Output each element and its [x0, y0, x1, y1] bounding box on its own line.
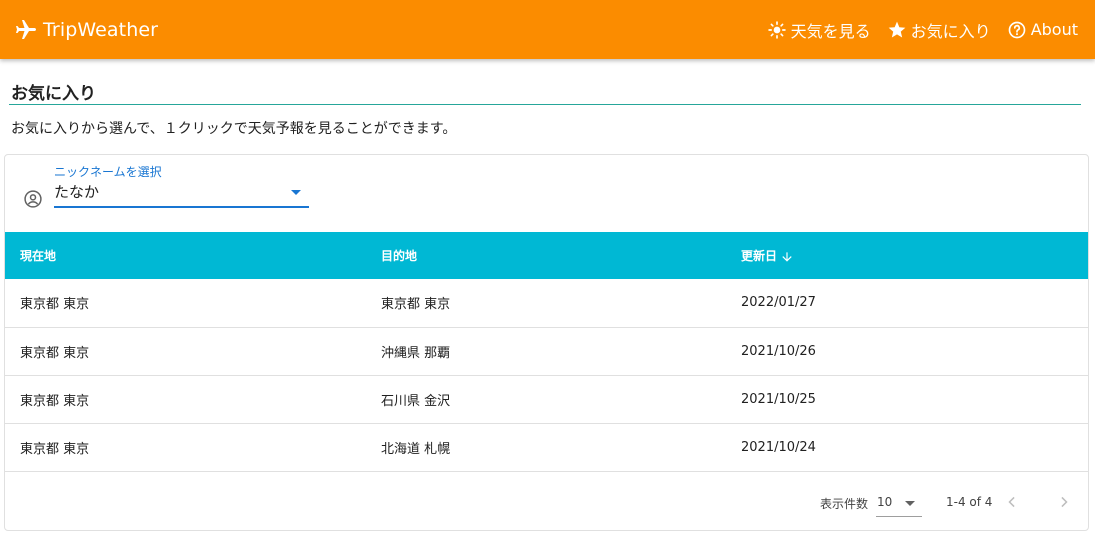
arrow-down-icon[interactable]	[780, 250, 794, 264]
favorites-table: 現在地 目的地 更新日 東京都 東京 東京都 東京 2022/01/27 東京都…	[5, 232, 1088, 472]
nav-about-label: About	[1030, 20, 1078, 39]
nav-weather-label: 天気を見る	[790, 21, 871, 41]
column-header-origin[interactable]: 現在地	[5, 232, 366, 279]
cell-destination: 北海道 札幌	[381, 441, 451, 457]
cell-destination: 沖縄県 那覇	[381, 345, 451, 361]
table-row[interactable]: 東京都 東京 沖縄県 那覇 2021/10/26	[5, 327, 1088, 375]
chevron-right-icon[interactable]	[1054, 492, 1074, 512]
cell-destination: 東京都 東京	[381, 297, 451, 313]
title-divider	[9, 104, 1081, 105]
nav-weather[interactable]: 天気を見る	[767, 18, 871, 42]
chevron-left-icon[interactable]	[1002, 492, 1022, 512]
rows-per-page-value: 10	[877, 495, 893, 509]
brand-link[interactable]: TripWeather	[14, 18, 158, 42]
cell-updated: 2021/10/25	[741, 391, 816, 407]
dropdown-caret-icon[interactable]	[291, 190, 301, 195]
app-bar: TripWeather 天気を見る お気に入り About	[0, 0, 1095, 59]
cell-origin: 東京都 東京	[20, 345, 90, 361]
star-icon	[888, 21, 906, 37]
cell-origin: 東京都 東京	[20, 441, 90, 457]
column-header-updated[interactable]: 更新日	[726, 232, 1088, 279]
cell-destination: 石川県 金沢	[381, 393, 451, 409]
page-description: お気に入りから選んで、１クリックで天気予報を見ることができます。	[11, 121, 457, 137]
table-row[interactable]: 東京都 東京 東京都 東京 2022/01/27	[5, 279, 1088, 327]
table-pagination: 表示件数 10 1-4 of 4	[5, 473, 1088, 530]
favorites-card: ニックネームを選択 たなか 現在地 目的地 更新日 東京都 東京 東京都 東京 …	[4, 154, 1089, 531]
cell-updated: 2021/10/24	[741, 439, 816, 455]
nickname-select-value[interactable]: たなか	[54, 181, 99, 202]
brand-name: TripWeather	[43, 18, 159, 41]
nickname-select[interactable]: ニックネームを選択 たなか	[23, 163, 323, 223]
rows-per-page-select[interactable]: 10	[876, 491, 922, 517]
select-underline	[54, 206, 309, 208]
table-row[interactable]: 東京都 東京 石川県 金沢 2021/10/25	[5, 375, 1088, 423]
sun-icon	[767, 20, 786, 39]
cell-updated: 2022/01/27	[741, 295, 816, 311]
account-circle-icon	[24, 190, 42, 208]
nav-about[interactable]: About	[1007, 20, 1078, 40]
rows-per-page-label: 表示件数	[820, 497, 869, 511]
nickname-select-label: ニックネームを選択	[54, 165, 162, 179]
airplane-icon	[16, 19, 36, 39]
table-row[interactable]: 東京都 東京 北海道 札幌 2021/10/24	[5, 423, 1088, 471]
main-nav: 天気を見る お気に入り About	[751, 18, 1078, 42]
pagination-range: 1-4 of 4	[946, 495, 993, 509]
dropdown-caret-icon	[905, 501, 915, 506]
help-circle-icon	[1008, 21, 1026, 38]
cell-origin: 東京都 東京	[20, 393, 90, 409]
column-header-destination[interactable]: 目的地	[366, 232, 726, 279]
table-header-row: 現在地 目的地 更新日	[5, 232, 1088, 279]
cell-origin: 東京都 東京	[20, 297, 90, 313]
cell-updated: 2021/10/26	[741, 343, 816, 359]
nav-favorites-label: お気に入り	[910, 21, 991, 41]
page-title: お気に入り	[11, 84, 96, 104]
nav-favorites[interactable]: お気に入り	[887, 18, 991, 42]
